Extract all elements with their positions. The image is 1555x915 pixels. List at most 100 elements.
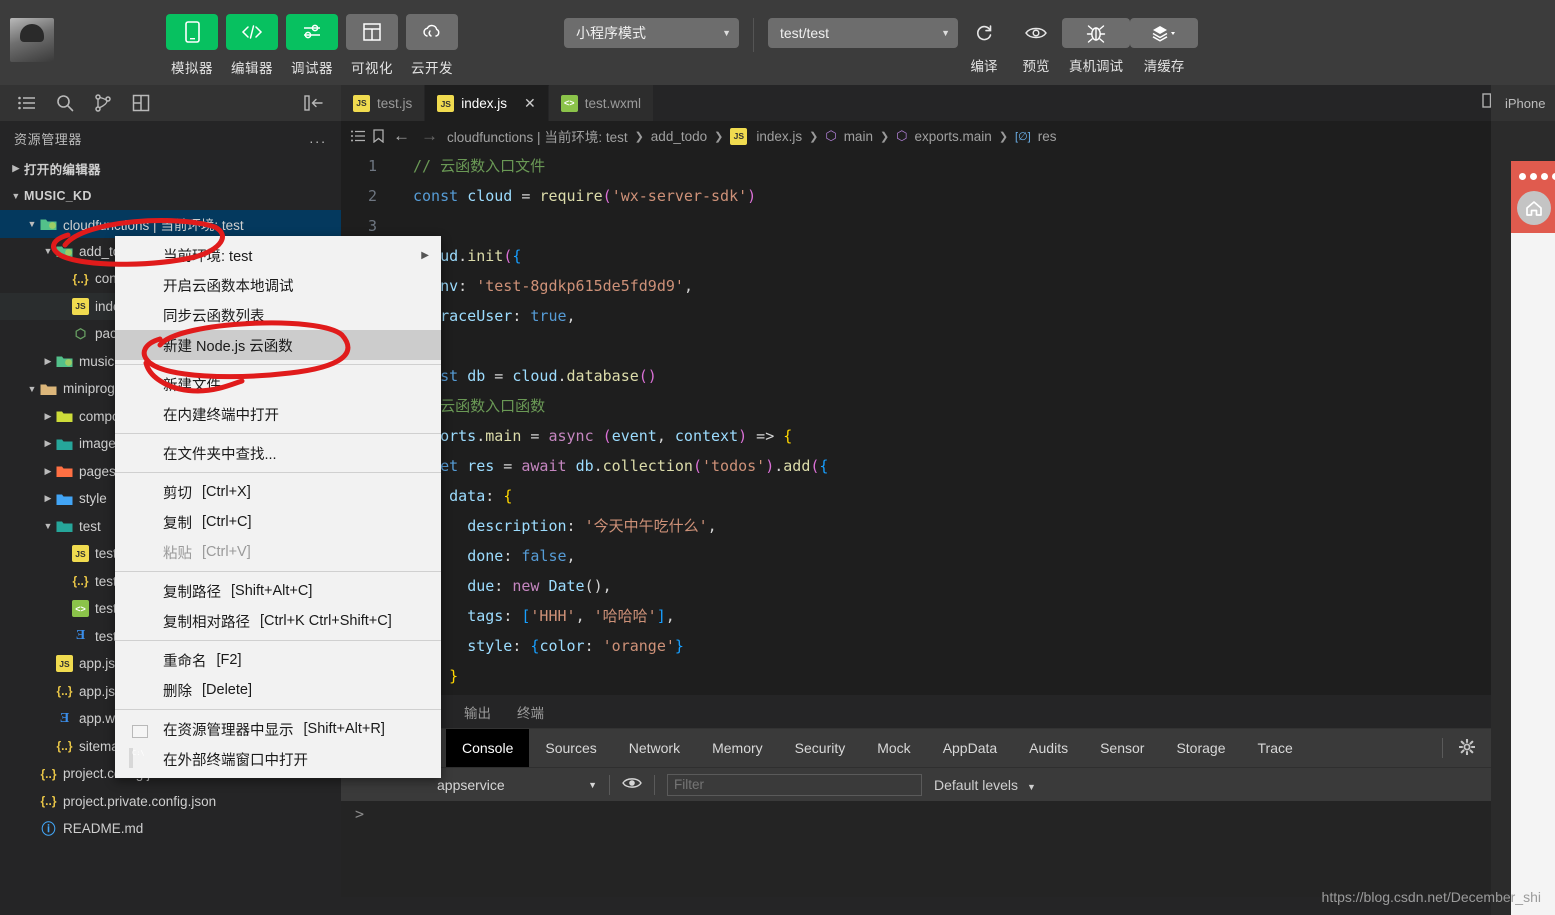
- tool-editor[interactable]: 编辑器: [226, 0, 278, 77]
- devtools-tab[interactable]: Mock: [861, 729, 926, 767]
- collapse-sidebar-icon[interactable]: [295, 88, 333, 118]
- code-icon: [226, 14, 278, 50]
- tree-item[interactable]: ▶{..}project.private.config.json: [0, 788, 341, 816]
- menu-item-label: 同步云函数列表: [163, 308, 265, 325]
- menu-item[interactable]: 重命名 [F2]: [115, 645, 441, 675]
- menu-item[interactable]: 复制 [Ctrl+C]: [115, 507, 441, 537]
- navigate-back-icon[interactable]: ←: [391, 126, 412, 146]
- breadcrumb-item[interactable]: cloudfunctions | 当前环境: test: [447, 126, 628, 146]
- devtools-tab[interactable]: Network: [613, 729, 696, 767]
- chevron-right-icon[interactable]: ▶: [40, 438, 56, 449]
- preview-button[interactable]: 预览: [1010, 0, 1062, 75]
- chevron-right-icon[interactable]: ▶: [40, 466, 56, 477]
- code-token: main: [485, 427, 522, 445]
- tool-simulator[interactable]: 模拟器: [166, 0, 218, 77]
- breadcrumb-item[interactable]: exports.main: [915, 129, 992, 144]
- devtools-tab[interactable]: Sensor: [1084, 729, 1160, 767]
- editor-tab[interactable]: JS index.js ✕: [425, 85, 549, 121]
- code-token: ): [738, 427, 748, 445]
- console-prompt-icon: >: [355, 805, 365, 823]
- tree-section[interactable]: ▼ MUSIC_KD: [0, 183, 341, 211]
- console-output[interactable]: >: [341, 801, 1555, 897]
- menu-item[interactable]: 同步云函数列表: [115, 300, 441, 330]
- chevron-right-icon[interactable]: ▶: [40, 411, 56, 422]
- env-select[interactable]: test/test ▼: [768, 18, 958, 48]
- tree-section[interactable]: ▶ 打开的编辑器: [0, 155, 341, 183]
- devtools-tab[interactable]: Memory: [696, 729, 779, 767]
- settings-gear-icon[interactable]: [1458, 737, 1476, 758]
- fold-toggle-icon[interactable]: [399, 181, 413, 211]
- menu-item[interactable]: 复制路径 [Shift+Alt+C]: [115, 576, 441, 606]
- clear-cache-button[interactable]: 清缓存: [1130, 0, 1198, 75]
- folder-icon: [56, 435, 73, 452]
- close-icon[interactable]: ✕: [524, 95, 536, 112]
- menu-item-label: 在文件夹中查找...: [163, 446, 277, 463]
- breadcrumb-item[interactable]: add_todo: [651, 129, 707, 144]
- chevron-down-icon[interactable]: ▼: [24, 384, 40, 394]
- search-icon[interactable]: [46, 88, 84, 118]
- menu-item[interactable]: 在资源管理器中显示 [Shift+Alt+R]: [115, 714, 441, 744]
- chevron-down-icon[interactable]: ▼: [24, 219, 40, 229]
- real-device-debug-label: 真机调试: [1069, 59, 1123, 74]
- menu-item[interactable]: 当前环境: test ▶: [115, 240, 441, 270]
- menu-item[interactable]: 新建 Node.js 云函数: [115, 330, 441, 360]
- tool-visual[interactable]: 可视化: [346, 0, 398, 77]
- breadcrumb-item[interactable]: res: [1038, 129, 1057, 144]
- console-context-select[interactable]: appservice ▼: [437, 777, 597, 793]
- navigate-forward-icon[interactable]: →: [419, 126, 440, 146]
- chevron-right-icon[interactable]: ▶: [40, 356, 56, 367]
- editor-tab[interactable]: JS test.js: [341, 85, 426, 121]
- menu-item[interactable]: 在外部终端窗口中打开: [115, 744, 441, 774]
- devtools-tab[interactable]: Security: [779, 729, 862, 767]
- menu-item[interactable]: 新建文件: [115, 369, 441, 399]
- editor-tab[interactable]: <> test.wxml: [548, 85, 655, 121]
- devtools-tab[interactable]: AppData: [927, 729, 1013, 767]
- tool-cloud[interactable]: 云开发: [406, 0, 458, 77]
- tool-debugger[interactable]: 调试器: [286, 0, 338, 77]
- breadcrumb-item[interactable]: index.js: [756, 129, 802, 144]
- home-icon[interactable]: [1517, 191, 1551, 225]
- bookmark-icon[interactable]: [373, 129, 384, 143]
- explorer-title: 资源管理器: [14, 131, 83, 147]
- eye-icon[interactable]: [622, 776, 642, 793]
- avatar[interactable]: [10, 18, 54, 62]
- menu-item[interactable]: 在文件夹中查找...: [115, 438, 441, 468]
- devtools-tab[interactable]: Trace: [1242, 729, 1309, 767]
- devtools-tab[interactable]: Console: [446, 729, 530, 767]
- outline-icon[interactable]: [351, 130, 366, 142]
- menu-item[interactable]: 复制相对路径 [Ctrl+K Ctrl+Shift+C]: [115, 606, 441, 636]
- real-device-debug-button[interactable]: 真机调试: [1062, 0, 1130, 75]
- panel-tab[interactable]: 终端: [517, 702, 544, 722]
- chevron-down-icon[interactable]: ▼: [8, 191, 24, 201]
- explorer-icon[interactable]: [8, 88, 46, 118]
- json-file-icon: {..}: [40, 794, 57, 809]
- tree-item[interactable]: ▼ cloudfunctions | 当前环境: test: [0, 210, 341, 238]
- menu-item-label: 开启云函数本地调试: [163, 278, 294, 295]
- chevron-down-icon[interactable]: ▼: [40, 521, 56, 531]
- menu-item[interactable]: 开启云函数本地调试: [115, 270, 441, 300]
- compile-button[interactable]: 编译: [958, 0, 1010, 75]
- devtools-tab[interactable]: Storage: [1160, 729, 1241, 767]
- menu-item[interactable]: 剪切 [Ctrl+X]: [115, 477, 441, 507]
- chevron-right-icon[interactable]: ▶: [8, 163, 24, 174]
- tree-item[interactable]: ▶ⓘREADME.md: [0, 815, 341, 843]
- chevron-down-icon: ▼: [588, 779, 597, 790]
- devtools-tab[interactable]: Sources: [529, 729, 612, 767]
- extensions-icon[interactable]: [122, 88, 160, 118]
- code-editor[interactable]: 1// 云函数入口文件 2 const cloud = require('wx-se…: [341, 151, 1555, 695]
- menu-item-label: 重命名: [163, 653, 207, 670]
- menu-item[interactable]: 粘贴 [Ctrl+V]: [115, 537, 441, 567]
- menu-item[interactable]: 删除 [Delete]: [115, 675, 441, 705]
- fold-toggle-icon[interactable]: [399, 151, 413, 181]
- chevron-down-icon[interactable]: ▼: [40, 246, 56, 256]
- devtools-tab[interactable]: Audits: [1013, 729, 1084, 767]
- mode-select[interactable]: 小程序模式 ▼: [564, 18, 739, 48]
- chevron-right-icon[interactable]: ▶: [40, 493, 56, 504]
- source-control-icon[interactable]: [84, 88, 122, 118]
- console-filter-input[interactable]: [667, 773, 922, 796]
- breadcrumb-item[interactable]: main: [844, 129, 873, 144]
- panel-tab[interactable]: 输出: [464, 702, 491, 722]
- console-levels-select[interactable]: Default levels ▼: [934, 777, 1036, 793]
- explorer-more-icon[interactable]: ...: [309, 130, 327, 146]
- menu-item[interactable]: 在内建终端中打开: [115, 399, 441, 429]
